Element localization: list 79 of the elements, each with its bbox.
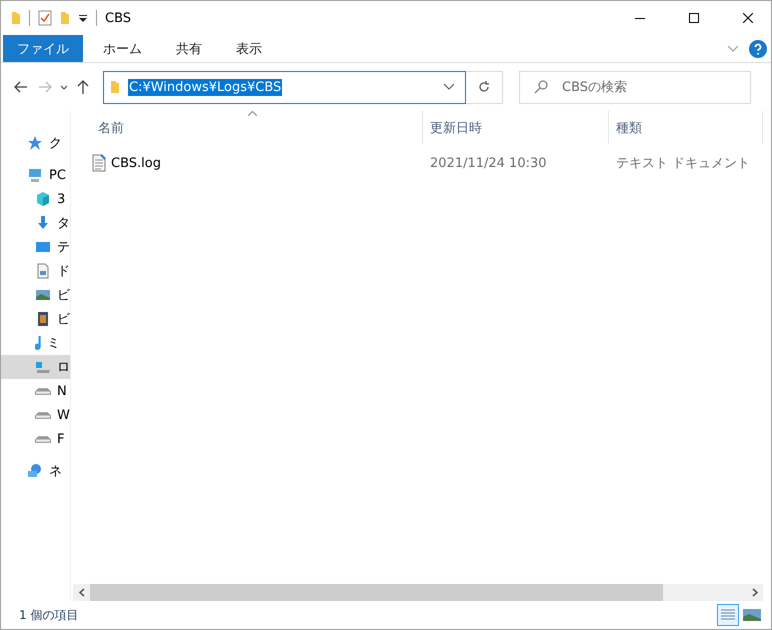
- desktop-icon: [35, 239, 51, 255]
- nav-label: F: [57, 432, 64, 446]
- nav-item[interactable]: ビ: [1, 283, 70, 307]
- nav-label: ミ: [47, 335, 60, 352]
- file-type: テキスト ドキュメント: [615, 155, 752, 172]
- ribbon-tab[interactable]: ファイル: [3, 35, 83, 62]
- nav-label: PC: [49, 168, 66, 182]
- network-icon: [27, 463, 43, 479]
- nav-label: 3: [57, 192, 66, 206]
- nav-item[interactable]: ロ: [1, 355, 70, 379]
- film-icon: [35, 311, 51, 327]
- left-chevron-icon[interactable]: [78, 588, 84, 597]
- maximize-icon: [689, 13, 699, 23]
- right-arrow-icon: [38, 81, 52, 93]
- details-view-button[interactable]: [717, 604, 739, 626]
- modified-date: 2021/11/24 10:30: [429, 156, 548, 170]
- item-count: 1 個の項目: [19, 606, 78, 624]
- search-icon: [534, 80, 548, 94]
- close-icon: [743, 13, 753, 23]
- nav-label: タ: [57, 215, 70, 232]
- nav-item[interactable]: ミ: [1, 331, 70, 355]
- folder-icon: [110, 80, 120, 94]
- sort-up-icon: [248, 111, 257, 116]
- down-arrow-icon: [35, 215, 51, 231]
- address-field[interactable]: C:¥Windows¥Logs¥CBS: [103, 70, 466, 104]
- help-icon[interactable]: [749, 40, 767, 58]
- list-icon: [720, 608, 736, 622]
- system-drive-icon: [35, 359, 51, 375]
- nav-label: ド: [57, 263, 70, 280]
- checklist-icon[interactable]: [38, 10, 52, 26]
- column-header[interactable]: 更新日時: [423, 111, 609, 144]
- nav-item[interactable]: PC: [1, 163, 70, 187]
- chevron-down-icon[interactable]: [443, 83, 455, 91]
- text-file-icon: [91, 154, 107, 172]
- drive-icon: [35, 388, 51, 394]
- nav-label: N: [57, 384, 67, 398]
- nav-label: ネ: [49, 463, 62, 480]
- image-icon: [743, 609, 761, 621]
- star-icon: [27, 135, 43, 151]
- refresh-icon: [478, 81, 490, 93]
- nav-label: ビ: [57, 287, 70, 304]
- ribbon-tab[interactable]: 共有: [162, 35, 216, 62]
- image-icon: [35, 287, 51, 303]
- document-icon: [35, 263, 51, 279]
- ribbon-tab[interactable]: ホーム: [89, 35, 156, 62]
- nav-item[interactable]: ド: [1, 259, 70, 283]
- nav-item[interactable]: F: [1, 427, 70, 451]
- dropdown-icon[interactable]: [78, 13, 88, 23]
- column-header[interactable]: 名前: [91, 111, 423, 144]
- nav-label: テ: [57, 239, 70, 256]
- nav-item[interactable]: N: [1, 379, 70, 403]
- nav-item[interactable]: ネ: [1, 459, 70, 483]
- horizontal-scrollbar[interactable]: [73, 584, 763, 601]
- nav-item[interactable]: ク: [1, 131, 70, 155]
- cube-icon: [35, 191, 51, 207]
- column-header[interactable]: 種類: [609, 111, 763, 144]
- left-arrow-icon: [14, 81, 28, 93]
- drive-icon: [35, 436, 51, 442]
- nav-item[interactable]: 3: [1, 187, 70, 211]
- nav-item[interactable]: W: [1, 403, 70, 427]
- nav-label: W: [57, 408, 70, 422]
- refresh-button[interactable]: [466, 70, 503, 104]
- nav-item[interactable]: タ: [1, 211, 70, 235]
- nav-label: ク: [49, 135, 62, 152]
- up-arrow-icon: [77, 80, 89, 94]
- address-text: C:¥Windows¥Logs¥CBS: [128, 78, 282, 96]
- search-field[interactable]: CBSの検索: [519, 70, 751, 104]
- nav-item[interactable]: テ: [1, 235, 70, 259]
- music-note-icon: [35, 336, 41, 350]
- drive-icon: [35, 412, 51, 418]
- window-title: CBS: [105, 10, 132, 26]
- nav-label: ビ: [57, 311, 70, 328]
- nav-label: ロ: [57, 359, 70, 376]
- computer-icon: [27, 167, 43, 183]
- nav-item[interactable]: ビ: [1, 307, 70, 331]
- file-name[interactable]: CBS.log: [91, 154, 423, 172]
- ribbon-tab[interactable]: 表示: [222, 35, 276, 62]
- chevron-down-icon: [60, 84, 68, 90]
- right-chevron-icon[interactable]: [752, 588, 758, 597]
